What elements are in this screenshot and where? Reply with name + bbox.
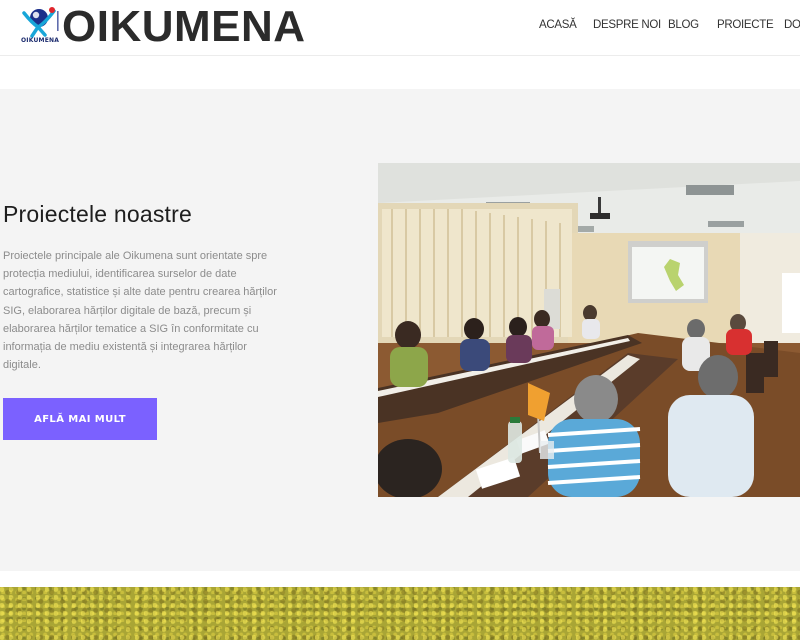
logo-wordmark: OIKUMENA	[62, 2, 306, 51]
hero-title: Proiectele noastre	[3, 201, 192, 227]
site-logo-link[interactable]: OIKUMENA OIKUMENA	[18, 5, 318, 49]
hero-description: Proiectele principale ale Oikumena sunt …	[3, 250, 277, 372]
nav-item-acasa[interactable]: ACASĂ	[539, 19, 577, 31]
nav-item-blog[interactable]: BLOG	[668, 19, 699, 31]
meadow-banner-image	[0, 587, 800, 640]
learn-more-button[interactable]: AFLĂ MAI MULT	[3, 398, 157, 440]
conference-photo	[378, 163, 800, 497]
section-divider	[0, 571, 800, 587]
nav-item-proiecte[interactable]: PROIECTE	[717, 19, 774, 31]
conference-meeting-photo-icon	[378, 163, 800, 497]
nav-item-donate[interactable]: DON	[784, 19, 800, 31]
site-header: OIKUMENA OIKUMENA ACASĂ DESPRE NOI BLOG …	[0, 0, 800, 56]
logo-small-text: OIKUMENA	[21, 37, 60, 44]
nav-item-despre-noi[interactable]: DESPRE NOI	[593, 19, 661, 31]
projects-hero-section: Proiectele noastre Proiectele principale…	[0, 89, 800, 571]
